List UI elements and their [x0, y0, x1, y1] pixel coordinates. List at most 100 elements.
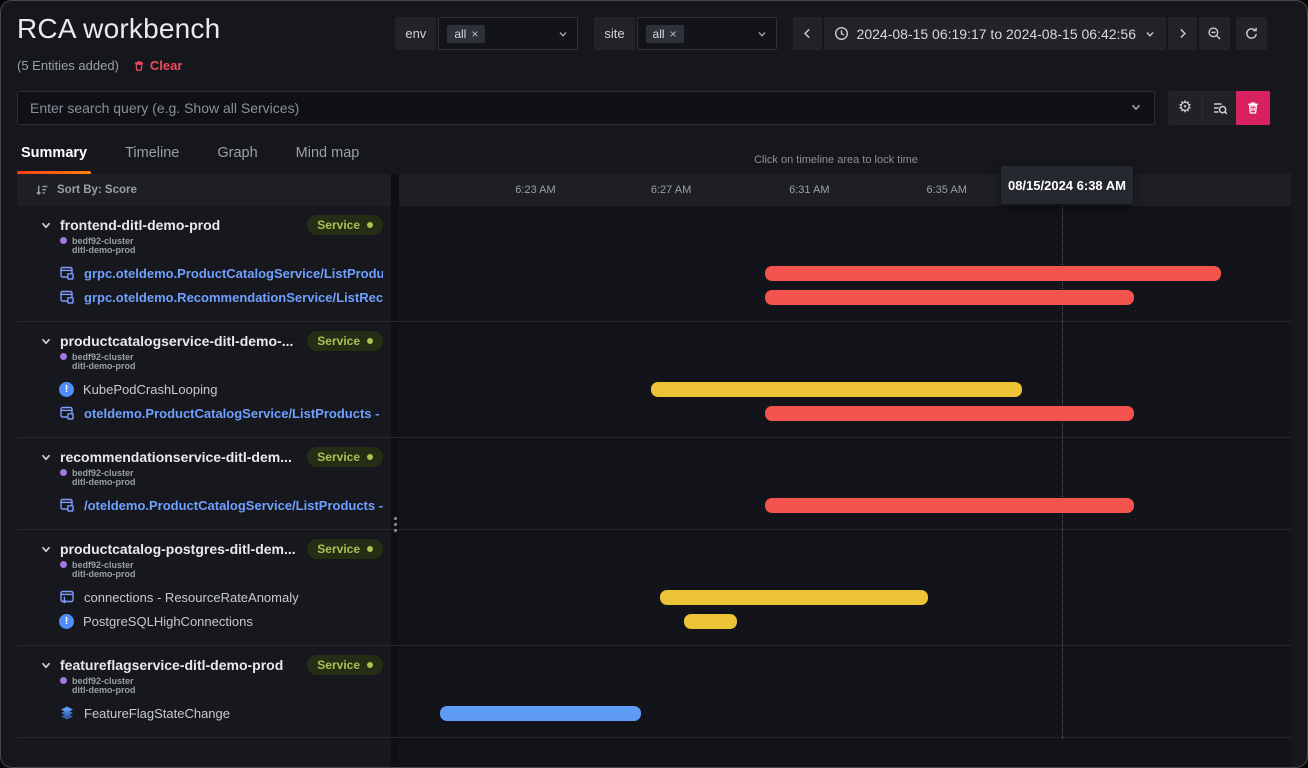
- entity-header[interactable]: productcatalog-postgres-ditl-dem... Servi…: [39, 538, 383, 560]
- time-shift-back-button[interactable]: [793, 17, 822, 50]
- bottom-filler: [17, 738, 1291, 767]
- entity-header[interactable]: featureflagservice-ditl-demo-prodService: [39, 654, 383, 676]
- item-label: connections - ResourceRateAnomaly: [84, 590, 299, 605]
- layers-icon: [59, 705, 75, 721]
- entity-item[interactable]: FeatureFlagStateChange: [39, 701, 383, 725]
- time-shift-forward-button[interactable]: [1168, 17, 1197, 50]
- cluster-dot-icon: [60, 677, 67, 684]
- timeline-bar[interactable]: [765, 406, 1134, 421]
- chevron-down-icon: [1144, 28, 1156, 40]
- entity-section: frontend-ditl-demo-prodServicebedf92-clu…: [17, 206, 1291, 322]
- chevron-right-icon: [1176, 27, 1189, 40]
- namespace-name: ditl-demo-prod: [72, 685, 136, 695]
- timeline-lane[interactable]: [399, 206, 1291, 321]
- tab-mind-map[interactable]: Mind map: [292, 141, 364, 175]
- timeline-bar[interactable]: [765, 266, 1222, 281]
- time-tick-label: 6:31 AM: [789, 184, 829, 196]
- badge-dot-icon: [367, 546, 373, 552]
- trace-icon: [59, 405, 75, 421]
- zoom-out-time-button[interactable]: [1199, 17, 1230, 50]
- site-select[interactable]: all×: [637, 17, 777, 50]
- chevron-down-icon[interactable]: [39, 218, 53, 232]
- site-selected-chip: all×: [646, 25, 684, 43]
- timeline-bar[interactable]: [440, 706, 641, 721]
- entities-added-count: (5 Entities added): [17, 58, 119, 73]
- entity-type-badge: Service: [307, 447, 383, 467]
- entity-type-badge: Service: [307, 215, 383, 235]
- delete-query-button[interactable]: [1236, 91, 1270, 125]
- entity-item-link[interactable]: grpc.oteldemo.ProductCatalogService/List…: [39, 261, 383, 285]
- entity-item[interactable]: connections - ResourceRateAnomaly: [39, 585, 383, 609]
- timeline-lane[interactable]: [399, 646, 1291, 737]
- search-settings-button[interactable]: ⚙: [1168, 91, 1202, 125]
- query-inspector-button[interactable]: [1202, 91, 1236, 125]
- entity-item[interactable]: !PostgreSQLHighConnections: [39, 609, 383, 633]
- tab-timeline[interactable]: Timeline: [121, 141, 183, 175]
- time-range-text: 2024-08-15 06:19:17 to 2024-08-15 06:42:…: [857, 26, 1136, 42]
- namespace-name: ditl-demo-prod: [72, 361, 136, 371]
- badge-dot-icon: [367, 338, 373, 344]
- cluster-dot-icon: [60, 237, 67, 244]
- view-tabs: Summary Timeline Graph Mind map: [17, 141, 363, 175]
- timeline-bar[interactable]: [765, 290, 1134, 305]
- entity-name: productcatalog-postgres-ditl-dem...: [60, 541, 300, 557]
- entity-header[interactable]: productcatalogservice-ditl-demo-...Servi…: [39, 330, 383, 352]
- refresh-icon: [1244, 26, 1259, 41]
- timeline-bar[interactable]: [684, 614, 738, 629]
- time-axis[interactable]: 6:23 AM6:27 AM6:31 AM6:35 AM: [399, 174, 1291, 206]
- trace-icon: [59, 497, 75, 513]
- item-label[interactable]: grpc.oteldemo.RecommendationService/List…: [84, 290, 383, 305]
- chevron-down-icon[interactable]: [39, 542, 53, 556]
- namespace-name: ditl-demo-prod: [72, 245, 136, 255]
- entity-type-badge: Service: [307, 539, 383, 559]
- entity-header[interactable]: recommendationservice-ditl-dem... Service: [39, 446, 383, 468]
- item-label[interactable]: oteldemo.ProductCatalogService/ListProdu…: [84, 406, 383, 421]
- chevron-left-icon: [801, 27, 814, 40]
- time-range-picker-button[interactable]: 2024-08-15 06:19:17 to 2024-08-15 06:42:…: [824, 17, 1166, 50]
- badge-dot-icon: [367, 454, 373, 460]
- timeline-bar[interactable]: [651, 382, 1022, 397]
- item-label[interactable]: grpc.oteldemo.ProductCatalogService/List…: [84, 266, 383, 281]
- env-select[interactable]: all×: [438, 17, 578, 50]
- timeline-lock-hint: Click on timeline area to lock time: [641, 154, 1031, 166]
- chevron-down-icon[interactable]: [39, 658, 53, 672]
- chevron-down-icon[interactable]: [1129, 100, 1143, 114]
- entity-header[interactable]: frontend-ditl-demo-prodService: [39, 214, 383, 236]
- alert-icon: !: [59, 614, 74, 629]
- list-search-icon: [1212, 100, 1228, 116]
- entity-item-link[interactable]: oteldemo.ProductCatalogService/ListProdu…: [39, 401, 383, 425]
- sort-by-button[interactable]: Sort By: Score: [17, 174, 391, 206]
- chevron-down-icon[interactable]: [39, 450, 53, 464]
- timeline-lane[interactable]: [399, 438, 1291, 529]
- zoom-out-icon: [1207, 26, 1222, 41]
- search-input[interactable]: [17, 91, 1155, 125]
- entity-name: recommendationservice-ditl-dem...: [60, 449, 300, 465]
- summary-content: Sort By: Score 6:23 AM6:27 AM6:31 AM6:35…: [17, 174, 1291, 767]
- timeline-lane[interactable]: [399, 530, 1291, 645]
- item-label[interactable]: /oteldemo.ProductCatalogService/ListProd…: [84, 498, 383, 513]
- tab-graph[interactable]: Graph: [213, 141, 261, 175]
- cluster-dot-icon: [60, 469, 67, 476]
- entity-section: recommendationservice-ditl-dem... Service…: [17, 438, 1291, 530]
- chevron-down-icon[interactable]: [39, 334, 53, 348]
- timeline-lane[interactable]: [399, 322, 1291, 437]
- time-tooltip: 08/15/2024 6:38 AM: [1001, 166, 1133, 204]
- timeline-bar[interactable]: [765, 498, 1134, 513]
- entity-item[interactable]: !KubePodCrashLooping: [39, 377, 383, 401]
- remove-site-value-icon[interactable]: ×: [670, 27, 677, 41]
- clear-entities-button[interactable]: Clear: [133, 58, 183, 73]
- entity-item-link[interactable]: /oteldemo.ProductCatalogService/ListProd…: [39, 493, 383, 517]
- tab-summary[interactable]: Summary: [17, 141, 91, 175]
- panel-resize-handle[interactable]: [388, 511, 402, 537]
- metric-icon: [59, 589, 75, 605]
- entity-name: productcatalogservice-ditl-demo-...: [60, 333, 300, 349]
- badge-dot-icon: [367, 222, 373, 228]
- page-title: RCA workbench: [17, 13, 220, 45]
- trash-icon: [133, 60, 145, 72]
- entity-type-badge: Service: [307, 655, 383, 675]
- timeline-bar[interactable]: [660, 590, 928, 605]
- entity-item-link[interactable]: grpc.oteldemo.RecommendationService/List…: [39, 285, 383, 309]
- remove-env-value-icon[interactable]: ×: [471, 27, 478, 41]
- trace-icon: [59, 289, 75, 305]
- refresh-button[interactable]: [1236, 17, 1267, 50]
